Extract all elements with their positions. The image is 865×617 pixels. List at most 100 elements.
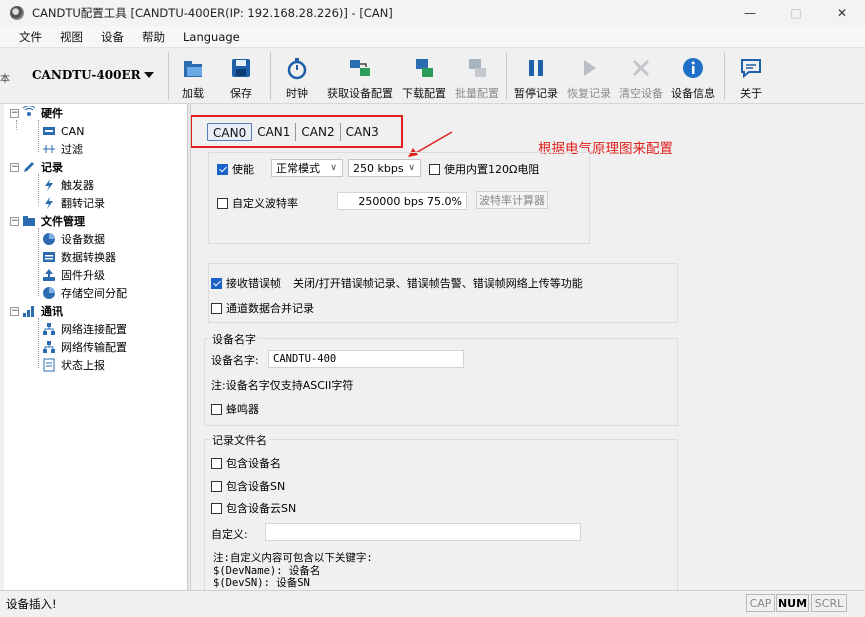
tree-item-hardware[interactable]: − 硬件: [10, 104, 63, 122]
custom-baud-label: 自定义波特率: [232, 197, 298, 210]
custom-filename-input[interactable]: [265, 523, 581, 541]
network-icon: [43, 341, 55, 353]
num-lock-indicator: NUM: [776, 594, 809, 612]
dropdown-arrow-icon: [144, 72, 154, 78]
navigation-tree: − 硬件 CAN 过滤 − 记录 触发器 翻转记录 − 文件管理 设备数据 数据…: [4, 104, 188, 590]
include-cloud-sn-checkbox[interactable]: [211, 502, 222, 514]
collapse-icon[interactable]: −: [10, 108, 19, 118]
tree-item-network-connection[interactable]: 网络连接配置: [42, 320, 127, 338]
pause-record-button[interactable]: 暂停记录: [512, 52, 560, 102]
clock-button[interactable]: 时钟: [280, 52, 314, 102]
converter-icon: [43, 252, 55, 262]
signal-bars-icon: [23, 306, 34, 317]
device-select[interactable]: CANDTU-400ER: [12, 58, 164, 92]
custom-baud-checkbox[interactable]: [217, 197, 228, 209]
save-label: 保存: [230, 87, 252, 100]
download-config-label: 下载配置: [402, 87, 446, 100]
device-info-label: 设备信息: [671, 87, 715, 100]
enable-checkbox[interactable]: [217, 163, 228, 175]
folder-open-icon: [184, 61, 202, 77]
about-label: 关于: [740, 87, 762, 100]
include-name-checkbox[interactable]: [211, 457, 222, 469]
error-frame-checkbox[interactable]: [211, 277, 222, 289]
collapse-icon[interactable]: −: [10, 306, 19, 316]
app-icon: [10, 6, 24, 20]
clock-label: 时钟: [286, 87, 308, 100]
menu-view[interactable]: 视图: [51, 29, 92, 45]
keyword-devsn: $(DevSN): 设备SN: [213, 577, 310, 589]
buzzer-row: 蜂鸣器: [211, 401, 259, 417]
termination-row: 使用内置120Ω电阻: [429, 161, 539, 177]
tab-can2[interactable]: CAN2: [296, 123, 341, 141]
get-config-button[interactable]: 获取设备配置: [325, 52, 395, 102]
clear-device-label: 清空设备: [619, 87, 663, 100]
collapse-icon[interactable]: −: [10, 216, 19, 226]
tree-item-file-management[interactable]: − 文件管理: [10, 212, 85, 230]
tree-label: 存储空间分配: [61, 287, 127, 300]
tab-can1[interactable]: CAN1: [252, 123, 297, 141]
tree-item-data-converter[interactable]: 数据转换器: [42, 248, 116, 266]
tree-label: 记录: [41, 161, 63, 174]
tree-label: 过滤: [61, 143, 83, 156]
tree-item-network-transfer[interactable]: 网络传输配置: [42, 338, 127, 356]
menu-help[interactable]: 帮助: [133, 29, 174, 45]
collapse-icon[interactable]: −: [10, 162, 19, 172]
tree-item-rollover[interactable]: 翻转记录: [42, 194, 105, 212]
tree-item-filter[interactable]: 过滤: [42, 140, 83, 158]
mode-select[interactable]: 正常模式 ∨: [271, 159, 343, 177]
toolbar-separator: [168, 52, 169, 100]
include-name-row: 包含设备名: [211, 455, 281, 471]
buzzer-checkbox[interactable]: [211, 403, 222, 415]
window-title: CANDTU配置工具 [CANDTU-400ER(IP: 192.168.28.…: [32, 6, 393, 20]
device-name-input[interactable]: CANDTU-400: [268, 350, 464, 368]
menu-file[interactable]: 文件: [10, 29, 51, 45]
status-message: 设备插入!: [6, 597, 57, 611]
tab-can0[interactable]: CAN0: [207, 123, 253, 141]
caps-lock-indicator: CAP: [746, 594, 775, 612]
title-bar: CANDTU配置工具 [CANDTU-400ER(IP: 192.168.28.…: [0, 0, 865, 26]
download-config-button[interactable]: 下载配置: [400, 52, 448, 102]
batch-config-icon: [469, 59, 486, 77]
save-button[interactable]: 保存: [224, 52, 258, 102]
menu-language[interactable]: Language: [174, 30, 249, 44]
about-button[interactable]: 关于: [734, 52, 768, 102]
can-config-panel: CAN0 CAN1 CAN2 CAN3 根据电气原理图来配置 使能 正常模式 ∨…: [191, 104, 865, 590]
toolbar-separator: [506, 52, 507, 100]
tree-item-can[interactable]: CAN: [42, 122, 84, 140]
maximize-button[interactable]: □: [773, 0, 819, 26]
chevron-down-icon: ∨: [408, 163, 415, 173]
clear-device-button[interactable]: 清空设备: [617, 52, 665, 102]
report-icon: [43, 358, 55, 372]
device-info-button[interactable]: 设备信息: [669, 52, 717, 102]
device-select-value: CANDTU-400ER: [32, 68, 141, 82]
tree-label: 翻转记录: [61, 197, 105, 210]
download-config-icon: [416, 59, 433, 77]
baud-calculator-button[interactable]: 波特率计算器: [476, 191, 548, 209]
include-cloud-sn-row: 包含设备云SN: [211, 500, 296, 516]
folder-icon: [23, 216, 35, 226]
content-scrollbar[interactable]: [851, 104, 865, 590]
load-button[interactable]: 加载: [176, 52, 210, 102]
close-button[interactable]: ✕: [819, 0, 865, 26]
tree-item-trigger[interactable]: 触发器: [42, 176, 94, 194]
merge-record-checkbox[interactable]: [211, 302, 222, 314]
tree-item-status-report[interactable]: 状态上报: [42, 356, 105, 374]
tree-item-communication[interactable]: − 通讯: [10, 302, 63, 320]
play-icon: [584, 60, 596, 76]
tree-item-record[interactable]: − 记录: [10, 158, 63, 176]
tree-item-storage-allocation[interactable]: 存储空间分配: [42, 284, 127, 302]
include-sn-checkbox[interactable]: [211, 480, 222, 492]
batch-config-button[interactable]: 批量配置: [453, 52, 501, 102]
minimize-button[interactable]: —: [727, 0, 773, 26]
load-label: 加载: [182, 87, 204, 100]
termination-checkbox[interactable]: [429, 163, 440, 175]
window-controls: — □ ✕: [727, 0, 865, 26]
bitrate-select[interactable]: 250 kbps ∨: [348, 159, 421, 177]
floppy-disk-icon: [232, 59, 250, 77]
resume-record-button[interactable]: 恢复记录: [565, 52, 613, 102]
menu-device[interactable]: 设备: [92, 29, 133, 45]
tree-item-device-data[interactable]: 设备数据: [42, 230, 105, 248]
tree-item-firmware-upgrade[interactable]: 固件升级: [42, 266, 105, 284]
tab-can3[interactable]: CAN3: [341, 123, 384, 141]
custom-baud-input[interactable]: 250000 bps 75.0%: [337, 192, 467, 210]
